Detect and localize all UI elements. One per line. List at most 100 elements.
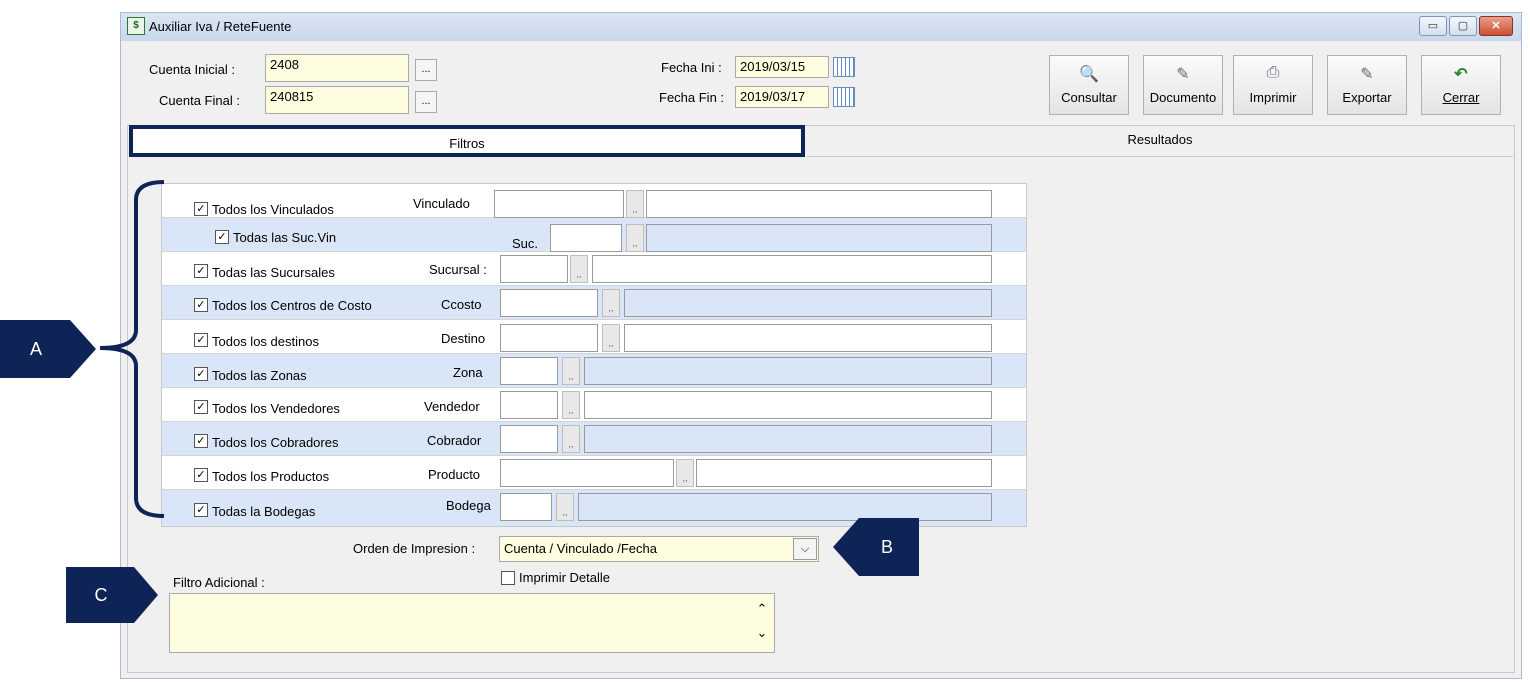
todos-productos-checkbox[interactable]: ✓ — [194, 468, 208, 482]
title-bar: $ Auxiliar Iva / ReteFuente ▭ ▢ ✕ — [121, 13, 1521, 41]
close-window-button[interactable]: ✕ — [1479, 16, 1513, 36]
vendedor-name-input[interactable] — [584, 391, 992, 419]
filter-check-label: Todos los Vendedores — [212, 401, 340, 416]
bodega-browse-button[interactable]: ,, — [556, 493, 574, 521]
fecha-ini-input[interactable]: 2019/03/15 — [735, 56, 829, 78]
bodega-code-input[interactable] — [500, 493, 552, 521]
callout-a: A — [29, 339, 42, 359]
imprimir-detalle-checkbox[interactable] — [501, 571, 515, 585]
destino-browse-button[interactable]: ,, — [602, 324, 620, 352]
exportar-button[interactable]: ✎ Exportar — [1327, 55, 1407, 115]
cobrador-code-input[interactable] — [500, 425, 558, 453]
todos-zonas-checkbox[interactable]: ✓ — [194, 367, 208, 381]
zona-name-input[interactable] — [584, 357, 992, 385]
filter-row-cobradores: ✓ Todos los Cobradores Cobrador ,, — [162, 422, 1026, 456]
cuenta-final-input[interactable]: 240815 — [265, 86, 409, 114]
vinculado-name-input[interactable] — [646, 190, 992, 218]
tab-filtros[interactable]: Filtros — [129, 125, 805, 157]
producto-code-input[interactable] — [500, 459, 674, 487]
todos-vendedores-checkbox[interactable]: ✓ — [194, 400, 208, 414]
printer-icon: ⎙ — [1266, 64, 1280, 81]
filter-field-label: Vinculado — [413, 196, 470, 211]
vinculado-code-input[interactable] — [494, 190, 624, 218]
filter-check-label: Todos los Productos — [212, 469, 330, 484]
suc-code-input[interactable] — [550, 224, 622, 252]
annotation-bracket — [99, 180, 165, 518]
suc-browse-button[interactable]: ,, — [626, 224, 644, 252]
todos-destinos-checkbox[interactable]: ✓ — [194, 333, 208, 347]
vendedor-code-input[interactable] — [500, 391, 558, 419]
sucursal-browse-button[interactable]: ,, — [570, 255, 588, 283]
vendedor-browse-button[interactable]: ,, — [562, 391, 580, 419]
sucursal-code-input[interactable] — [500, 255, 568, 283]
todos-cobradores-checkbox[interactable]: ✓ — [194, 434, 208, 448]
consultar-button[interactable]: 🔍 Consultar — [1049, 55, 1129, 115]
app-icon: $ — [127, 17, 145, 35]
producto-name-input[interactable] — [696, 459, 992, 487]
todos-centros-costo-checkbox[interactable]: ✓ — [194, 298, 208, 312]
filter-check-label: Todas las Suc.Vin — [233, 230, 337, 245]
scroll-down-icon[interactable]: ⌄ — [751, 623, 773, 651]
cuenta-inicial-browse-button[interactable]: ... — [415, 59, 437, 81]
ccosto-browse-button[interactable]: ,, — [602, 289, 620, 317]
document-icon: ✎ — [1176, 66, 1190, 83]
filter-field-label: Cobrador — [427, 433, 482, 448]
filter-row-suc-vin: ✓ Todas las Suc.Vin Suc. ,, — [162, 218, 1026, 252]
vinculado-browse-button[interactable]: ,, — [626, 190, 644, 218]
cuenta-final-browse-button[interactable]: ... — [415, 91, 437, 113]
cuenta-final-label: Cuenta Final : — [159, 93, 240, 108]
todas-bodegas-checkbox[interactable]: ✓ — [194, 503, 208, 517]
filters-panel: ✓ Todos los Vinculados Vinculado ,, ✓ To… — [161, 183, 1027, 527]
fecha-fin-input[interactable]: 2019/03/17 — [735, 86, 829, 108]
ccosto-code-input[interactable] — [500, 289, 598, 317]
cuenta-inicial-label: Cuenta Inicial : — [149, 62, 235, 77]
producto-browse-button[interactable]: ,, — [676, 459, 694, 487]
callout-b: B — [880, 537, 893, 557]
todas-suc-vin-checkbox[interactable]: ✓ — [215, 230, 229, 244]
orden-impresion-select[interactable]: Cuenta / Vinculado /Fecha — [499, 536, 819, 562]
zona-browse-button[interactable]: ,, — [562, 357, 580, 385]
callout-c: C — [94, 585, 108, 605]
filtro-adicional-label: Filtro Adicional : — [173, 575, 265, 590]
zona-code-input[interactable] — [500, 357, 558, 385]
destino-code-input[interactable] — [500, 324, 598, 352]
minimize-button[interactable]: ▭ — [1419, 16, 1447, 36]
cerrar-button[interactable]: ↶ Cerrar — [1421, 55, 1501, 115]
undo-arrow-icon: ↶ — [1454, 66, 1468, 83]
cobrador-name-input[interactable] — [584, 425, 992, 453]
filter-check-label: Todas la Bodegas — [212, 504, 316, 519]
suc-name-input[interactable] — [646, 224, 992, 252]
todos-vinculados-checkbox[interactable]: ✓ — [194, 202, 208, 216]
export-icon: ✎ — [1360, 66, 1374, 83]
fecha-ini-calendar-icon[interactable] — [833, 57, 855, 77]
chevron-down-icon[interactable]: ⌵ — [793, 538, 817, 560]
fecha-fin-calendar-icon[interactable] — [833, 87, 855, 107]
filter-row-productos: ✓ Todos los Productos Producto ,, — [162, 456, 1026, 490]
cobrador-browse-button[interactable]: ,, — [562, 425, 580, 453]
scroll-up-icon[interactable]: ⌃ — [751, 595, 773, 623]
destino-name-input[interactable] — [624, 324, 992, 352]
ccosto-name-input[interactable] — [624, 289, 992, 317]
filter-field-label: Destino — [441, 331, 486, 346]
todas-sucursales-checkbox[interactable]: ✓ — [194, 264, 208, 278]
textarea-scrollbar[interactable]: ⌃ ⌄ — [751, 595, 773, 651]
filter-check-label: Todos los Vinculados — [212, 202, 334, 217]
orden-impresion-label: Orden de Impresion : — [353, 541, 476, 556]
tab-resultados[interactable]: Resultados — [807, 125, 1513, 157]
filter-check-label: Todas las Sucursales — [212, 265, 335, 280]
filter-check-label: Todos los Cobradores — [212, 435, 339, 450]
filter-field-label: Bodega — [446, 498, 491, 513]
cuenta-inicial-input[interactable]: 2408 — [265, 54, 409, 82]
sucursal-name-input[interactable] — [592, 255, 992, 283]
filter-field-label: Producto — [428, 467, 481, 482]
filter-field-label: Vendedor — [424, 399, 480, 414]
filter-check-label: Todos las Zonas — [212, 368, 307, 383]
filter-check-label: Todos los Centros de Costo — [212, 298, 372, 313]
filter-row-destinos: ✓ Todos los destinos Destino ,, — [162, 320, 1026, 354]
maximize-button[interactable]: ▢ — [1449, 16, 1477, 36]
documento-button[interactable]: ✎ Documento — [1143, 55, 1223, 115]
filtro-adicional-textarea[interactable] — [169, 593, 775, 653]
window-title: Auxiliar Iva / ReteFuente — [149, 19, 292, 34]
bodega-name-input[interactable] — [578, 493, 992, 521]
imprimir-button[interactable]: ⎙ Imprimir — [1233, 55, 1313, 115]
